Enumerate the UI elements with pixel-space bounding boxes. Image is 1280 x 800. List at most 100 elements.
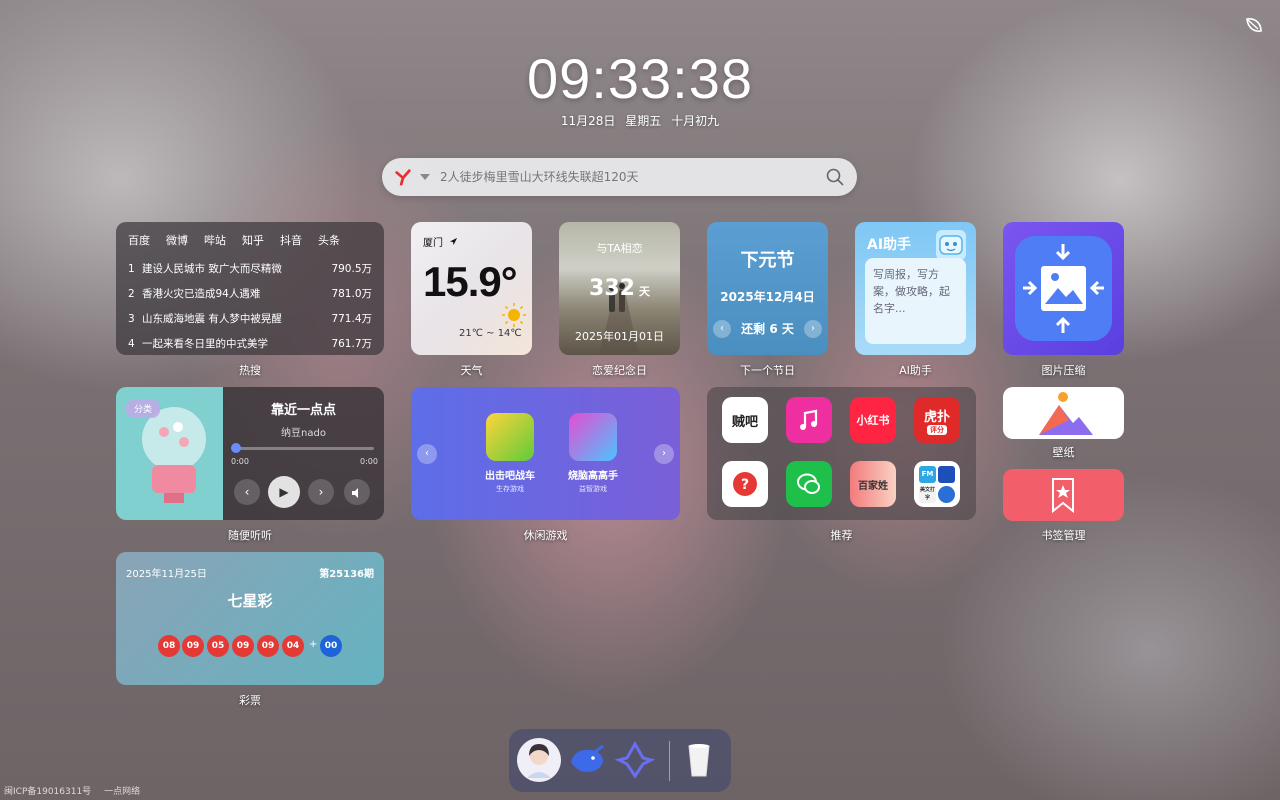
game-type: 益智游戏 bbox=[579, 485, 607, 493]
love-date: 2025年01月01日 bbox=[575, 330, 664, 343]
search-icon[interactable] bbox=[825, 167, 845, 187]
progress-knob[interactable] bbox=[231, 443, 241, 453]
avatar-icon[interactable] bbox=[517, 738, 561, 782]
ai-assistant-card[interactable]: AI助手 写周报，写方案，做攻略，起名字... bbox=[855, 222, 976, 355]
sun-icon bbox=[502, 303, 526, 327]
clock-time: 09:33:38 bbox=[527, 47, 753, 110]
svg-text:?: ? bbox=[741, 477, 749, 493]
love-anniversary-card[interactable]: 与TA相恋 332 天 2025年01月01日 bbox=[559, 222, 680, 355]
date-text: 11月28日 bbox=[560, 114, 616, 128]
search-input[interactable] bbox=[440, 170, 825, 184]
hot-item[interactable]: 1 建设人民城市 致广大而尽精微 790.5万 bbox=[128, 256, 372, 281]
holiday-date: 2025年12月4日 bbox=[720, 290, 815, 304]
app-hupu[interactable]: 虎扑 评分 bbox=[914, 397, 960, 443]
game-item[interactable]: 烧脑高高手 益智游戏 bbox=[558, 413, 628, 494]
music-label: 随便听听 bbox=[228, 529, 272, 542]
tab-weibo[interactable]: 微博 bbox=[166, 232, 188, 248]
lottery-card[interactable]: 2025年11月25日 第25136期 七星彩 08 09 05 09 09 0… bbox=[116, 552, 384, 685]
hot-title: 一起来看冬日里的中式美学 bbox=[142, 338, 268, 350]
tab-bilibili[interactable]: 哔站 bbox=[204, 232, 226, 248]
hot-item[interactable]: 3 山东威海地震 有人梦中被晃醒 771.4万 bbox=[128, 306, 372, 331]
bookmark-icon bbox=[1052, 478, 1074, 514]
hot-search-card[interactable]: 百度 微博 哔站 知乎 抖音 头条 1 建设人民城市 致广大而尽精微 790.5… bbox=[116, 222, 384, 355]
wenzi-text: 美文打字 bbox=[919, 485, 936, 503]
dock-separator bbox=[669, 741, 670, 781]
hot-rank: 1 bbox=[128, 262, 135, 275]
game-puzzle-icon bbox=[569, 413, 617, 461]
progress-bar[interactable] bbox=[236, 447, 374, 450]
previous-icon[interactable]: ‹ bbox=[234, 479, 260, 505]
wallpaper-label: 壁纸 bbox=[1052, 446, 1075, 459]
category-badge[interactable]: 分类 bbox=[126, 399, 161, 418]
remain-days: 6 bbox=[769, 322, 778, 336]
wechat-icon[interactable] bbox=[786, 461, 832, 507]
trash-bin-icon[interactable] bbox=[677, 738, 721, 782]
game-name: 出击吧战车 bbox=[485, 471, 535, 482]
tab-douyin[interactable]: 抖音 bbox=[280, 232, 302, 248]
weather-card[interactable]: 厦门 15.9° 21℃ ~ 14℃ bbox=[411, 222, 532, 355]
play-icon[interactable]: ▶ bbox=[268, 476, 300, 508]
lottery-ball-red: 08 bbox=[158, 635, 180, 657]
love-days: 332 天 bbox=[559, 276, 680, 301]
music-note-icon[interactable] bbox=[786, 397, 832, 443]
ai-prompt-box[interactable]: 写周报，写方案，做攻略，起名字... bbox=[865, 258, 966, 344]
tab-zhihu[interactable]: 知乎 bbox=[242, 232, 264, 248]
next-icon[interactable]: › bbox=[308, 479, 334, 505]
icp-link[interactable]: 闽ICP备19016311号 bbox=[4, 787, 91, 797]
song-artist: 纳豆nado bbox=[281, 428, 326, 439]
hot-item[interactable]: 4 一起来看冬日里的中式美学 761.7万 bbox=[128, 331, 372, 355]
chevron-right-icon[interactable]: › bbox=[804, 320, 822, 338]
tab-toutiao[interactable]: 头条 bbox=[318, 232, 340, 248]
app-xiaohongshu[interactable]: 小红书 bbox=[850, 397, 896, 443]
question-icon[interactable]: ? bbox=[722, 461, 768, 507]
song-title: 靠近一点点 bbox=[270, 403, 336, 418]
image-compress-icon bbox=[1015, 236, 1112, 341]
music-player-card[interactable]: 分类 靠近一点点 纳豆nado 0:00 0:00 ‹ ▶ › bbox=[116, 387, 384, 520]
chevron-right-icon[interactable]: › bbox=[654, 444, 674, 464]
love-title: 与TA相恋 bbox=[596, 242, 643, 255]
image-compress-card[interactable] bbox=[1003, 222, 1124, 355]
hot-rank: 3 bbox=[128, 312, 135, 325]
hot-title: 香港火灾已造成94人遇难 bbox=[142, 288, 261, 300]
weather-label: 天气 bbox=[460, 364, 483, 377]
brand-link[interactable]: 一点网络 bbox=[104, 787, 140, 797]
game-name: 烧脑高高手 bbox=[568, 471, 618, 482]
volume-icon[interactable] bbox=[344, 479, 370, 505]
hot-title: 山东威海地震 有人梦中被晃醒 bbox=[142, 313, 282, 325]
bookmark-label: 书签管理 bbox=[1041, 529, 1086, 542]
recommend-card[interactable]: 贼吧 小红书 虎扑 评分 ? 百家姓 FM 美文打字 bbox=[707, 387, 976, 520]
game-tank-icon bbox=[486, 413, 534, 461]
hot-rank: 4 bbox=[128, 337, 135, 350]
ai-label: AI助手 bbox=[899, 364, 932, 377]
wallpaper-card[interactable] bbox=[1003, 387, 1124, 439]
mountain-icon bbox=[1039, 392, 1093, 435]
app-baijiaxing[interactable]: 百家姓 bbox=[850, 461, 896, 507]
lottery-ball-red: 05 bbox=[207, 635, 229, 657]
deepseek-whale-icon[interactable] bbox=[565, 738, 609, 782]
engine-logo-icon[interactable] bbox=[394, 168, 412, 186]
tools-grid-icon[interactable]: FM 美文打字 bbox=[914, 461, 960, 507]
game-type: 生存游戏 bbox=[496, 485, 524, 493]
game-item[interactable]: 出击吧战车 生存游戏 bbox=[475, 413, 545, 494]
holiday-card[interactable]: 下元节 2025年12月4日 ‹ 还剩 6 天 › bbox=[707, 222, 828, 355]
chevron-left-icon[interactable]: ‹ bbox=[417, 444, 437, 464]
lottery-ball-red: 09 bbox=[257, 635, 279, 657]
search-bar[interactable] bbox=[382, 158, 857, 196]
games-card[interactable]: ‹ 出击吧战车 生存游戏 烧脑高高手 益智游戏 › bbox=[411, 387, 680, 520]
qwen-star-icon[interactable] bbox=[613, 738, 657, 782]
hot-label: 热搜 bbox=[239, 364, 261, 377]
bookmark-card[interactable] bbox=[1003, 469, 1124, 521]
time-total: 0:00 bbox=[360, 457, 378, 466]
weekday-text: 星期五 bbox=[625, 114, 662, 128]
app-zeiba[interactable]: 贼吧 bbox=[722, 397, 768, 443]
lottery-ball-red: 04 bbox=[282, 635, 304, 657]
leaf-icon[interactable] bbox=[1242, 14, 1266, 38]
fm-text: FM bbox=[919, 465, 936, 483]
holiday-label: 下一个节日 bbox=[740, 364, 795, 377]
remain-prefix: 还剩 bbox=[741, 322, 766, 336]
engine-dropdown-icon[interactable] bbox=[420, 174, 430, 180]
tab-baidu[interactable]: 百度 bbox=[128, 232, 150, 248]
hot-item[interactable]: 2 香港火灾已造成94人遇难 781.0万 bbox=[128, 281, 372, 306]
dock bbox=[509, 729, 731, 792]
remain-unit: 天 bbox=[781, 322, 794, 336]
